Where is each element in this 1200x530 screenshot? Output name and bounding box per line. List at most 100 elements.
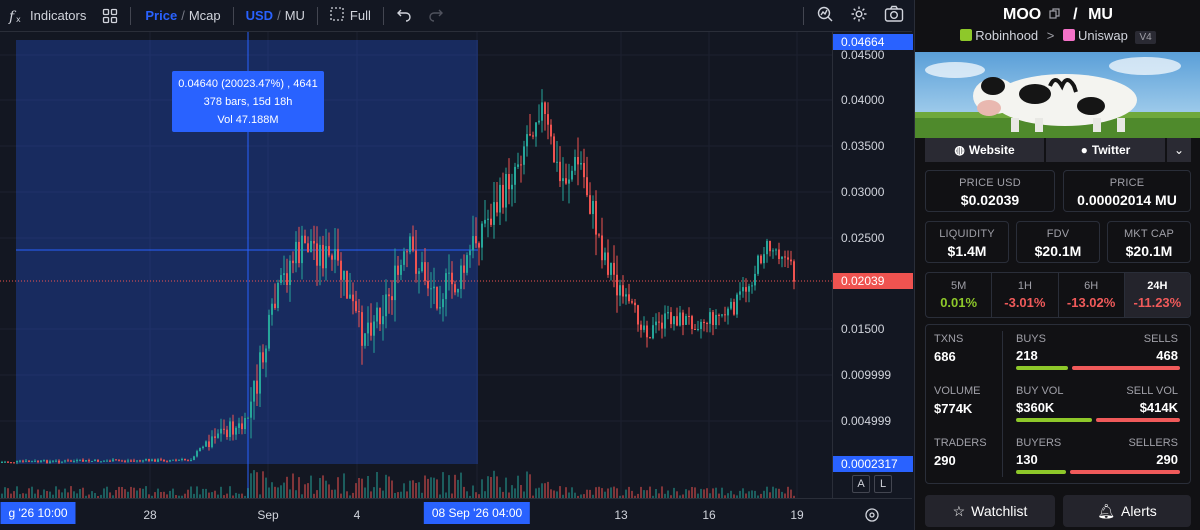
- candle-body: [520, 164, 522, 166]
- volume-bar: [754, 490, 756, 498]
- candle-body: [112, 459, 114, 462]
- toolbar-divider: [232, 6, 234, 25]
- price-chart[interactable]: 0.04640 (20023.47%) , 4641 378 bars, 15d…: [0, 32, 832, 498]
- timeframe-tabs: 5M 0.01% 1H -3.01% 6H -13.02% 24H -11.23…: [925, 272, 1191, 318]
- volume-bar: [466, 491, 468, 498]
- candle-body: [127, 460, 129, 462]
- volume-bar: [229, 486, 231, 498]
- candle-body: [418, 271, 420, 274]
- usd-option[interactable]: USD: [246, 8, 273, 23]
- market-cap-card: MKT CAP $20.1M: [1107, 221, 1191, 263]
- mu-option[interactable]: MU: [285, 8, 305, 23]
- buyers-value: 130: [1016, 452, 1038, 467]
- currency-toggle[interactable]: USD / MU: [238, 0, 313, 32]
- alerts-button[interactable]: 🔔︎ Alerts: [1063, 495, 1191, 527]
- dex-name[interactable]: Uniswap: [1078, 28, 1128, 43]
- chain-name[interactable]: Robinhood: [975, 28, 1038, 43]
- redo-button[interactable]: [420, 0, 452, 32]
- candle-body: [100, 461, 102, 463]
- time-axis[interactable]: g '26 10:00 28 Sep 4 08 Sep '26 04:00 13…: [0, 498, 912, 530]
- tab-5m[interactable]: 5M 0.01%: [926, 273, 993, 317]
- candle-body: [346, 270, 348, 299]
- website-button[interactable]: ◍ Website: [925, 138, 1044, 162]
- fullscreen-button[interactable]: Full: [322, 0, 379, 32]
- settings-button[interactable]: [842, 0, 876, 32]
- volume-bar: [667, 490, 669, 498]
- candle-body: [475, 236, 477, 244]
- candle-body: [238, 423, 240, 428]
- candle-body: [22, 460, 24, 462]
- copy-icon[interactable]: [1049, 6, 1060, 24]
- time-range-start-tag: g '26 10:00: [0, 502, 76, 524]
- candle-body: [685, 316, 687, 325]
- candle-body: [760, 255, 762, 264]
- candle-body: [712, 312, 714, 325]
- tab-24h[interactable]: 24H -11.23%: [1124, 273, 1190, 317]
- layout-grid-button[interactable]: [94, 0, 126, 32]
- candle-body: [226, 429, 228, 437]
- volume-bar: [91, 491, 93, 498]
- change-value: -11.23%: [1133, 295, 1182, 310]
- volume-bar: [544, 483, 546, 498]
- timezone-button[interactable]: [864, 507, 880, 526]
- candle-body: [319, 244, 321, 266]
- indicators-button[interactable]: fx Indicators: [0, 0, 94, 32]
- volume-bar: [358, 478, 360, 498]
- volume-bar: [595, 487, 597, 498]
- liquidity-value: $1.4M: [947, 243, 987, 259]
- candle-body: [568, 179, 570, 184]
- quick-search-button[interactable]: [808, 0, 842, 32]
- candle-body: [496, 202, 498, 213]
- buys-label: BUYS: [1016, 333, 1046, 345]
- candle-body: [91, 461, 93, 462]
- price-axis[interactable]: 0.04664 0.04500 0.04000 0.03500 0.03000 …: [832, 32, 913, 498]
- undo-icon: [396, 6, 412, 25]
- volume-bar: [628, 486, 630, 498]
- candle-body: [352, 294, 354, 302]
- candle-body: [25, 460, 27, 462]
- volume-bar: [550, 489, 552, 498]
- candle-body: [427, 280, 429, 289]
- tab-1h[interactable]: 1H -3.01%: [992, 273, 1059, 317]
- candle-body: [130, 460, 132, 462]
- candle-body: [94, 459, 96, 461]
- mcap-option[interactable]: Mcap: [189, 8, 221, 23]
- tab-6h[interactable]: 6H -13.02%: [1059, 273, 1125, 317]
- candle-body: [700, 321, 702, 329]
- volume-bar: [553, 490, 555, 498]
- candle-body: [235, 427, 237, 435]
- volume-bar: [565, 487, 567, 498]
- volume-bar: [517, 475, 519, 498]
- volume-bar: [376, 472, 378, 498]
- candle-body: [490, 218, 492, 225]
- candle-body: [610, 262, 612, 275]
- candle-body: [133, 460, 135, 462]
- candle-body: [508, 174, 510, 190]
- buys-value: 218: [1016, 348, 1038, 363]
- candlestick-plot[interactable]: [0, 32, 832, 498]
- token-info-panel: MOO / MU Robinhood > Uniswap V4 ◍ Websit…: [914, 0, 1200, 530]
- candle-body: [634, 302, 636, 306]
- candle-body: [202, 446, 204, 449]
- twitter-button[interactable]: ● Twitter: [1046, 138, 1165, 162]
- volume-bar: [268, 487, 270, 498]
- candle-body: [733, 301, 735, 315]
- volume-bar: [403, 483, 405, 498]
- price-mcap-toggle[interactable]: Price / Mcap: [135, 0, 228, 32]
- price-option[interactable]: Price: [145, 8, 177, 23]
- volume-bar: [415, 483, 417, 498]
- globe-icon: ◍: [954, 143, 965, 157]
- volume-bar: [631, 490, 633, 498]
- candle-body: [565, 178, 567, 184]
- undo-button[interactable]: [388, 0, 420, 32]
- more-links-button[interactable]: ⌄: [1167, 138, 1191, 162]
- volume-bar: [559, 486, 561, 498]
- volume-bar: [661, 486, 663, 498]
- clock-icon: [864, 508, 880, 526]
- candle-body: [256, 380, 258, 394]
- screenshot-button[interactable]: [876, 0, 912, 32]
- auto-scale-button[interactable]: A: [852, 475, 870, 493]
- watchlist-button[interactable]: ☆ Watchlist: [925, 495, 1055, 527]
- price-usd-card: PRICE USD $0.02039: [925, 170, 1055, 212]
- log-scale-button[interactable]: L: [874, 475, 892, 493]
